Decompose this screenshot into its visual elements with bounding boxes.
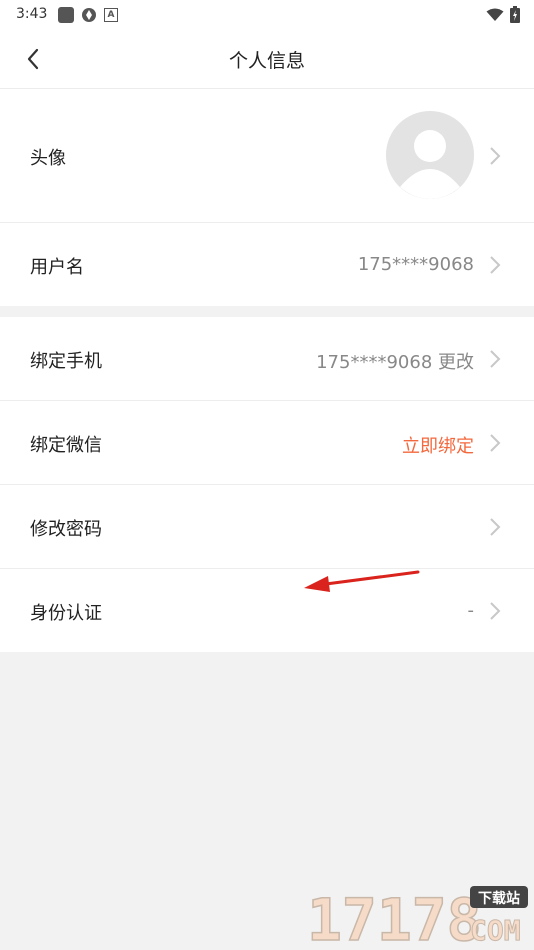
account-group: 绑定手机 175****9068 更改 绑定微信 立即绑定 修改密码 身份认证 … xyxy=(0,317,534,652)
chevron-right-icon xyxy=(490,147,501,165)
watermark-tag: 下载站 xyxy=(478,890,520,907)
a-icon: A xyxy=(104,8,118,22)
username-label: 用户名 xyxy=(30,257,84,278)
chevron-right-icon xyxy=(490,518,501,536)
app-notification-icon xyxy=(58,7,74,23)
watermark-logo-icon: 17178 下载站 COM xyxy=(306,885,528,950)
wifi-icon xyxy=(486,8,504,21)
default-avatar-icon xyxy=(386,111,474,199)
chevron-right-icon xyxy=(490,256,501,274)
status-time: 3:43 xyxy=(16,6,48,22)
bind-phone-row[interactable]: 绑定手机 175****9068 更改 xyxy=(0,317,534,401)
page-title: 个人信息 xyxy=(228,50,305,72)
username-value: 175****9068 xyxy=(357,254,474,275)
identity-verification-row[interactable]: 身份认证 - xyxy=(0,569,534,652)
bind-wechat-label: 绑定微信 xyxy=(30,435,102,456)
bind-phone-label: 绑定手机 xyxy=(30,351,102,372)
bind-wechat-row[interactable]: 绑定微信 立即绑定 xyxy=(0,401,534,485)
avatar-row[interactable]: 头像 xyxy=(0,89,534,223)
watermark-logo: 17178 下载站 COM xyxy=(305,884,530,950)
change-password-row[interactable]: 修改密码 xyxy=(0,485,534,569)
top-app-bar: 个人信息 xyxy=(0,30,534,89)
chevron-right-icon xyxy=(490,434,501,452)
watermark-domain: COM xyxy=(470,914,521,946)
battery-icon xyxy=(510,6,520,23)
change-password-label: 修改密码 xyxy=(30,519,102,540)
profile-group: 头像 用户名 175****9068 xyxy=(0,89,534,306)
notification-icons: A xyxy=(58,7,118,23)
annotation-arrow-icon xyxy=(304,570,420,592)
watermark-numbers: 17178 xyxy=(307,886,482,946)
avatar-label: 头像 xyxy=(30,148,66,169)
username-row[interactable]: 用户名 175****9068 xyxy=(0,223,534,306)
status-bar: 3:43 A xyxy=(0,0,534,30)
sync-icon xyxy=(82,8,96,22)
identity-verification-label: 身份认证 xyxy=(30,603,102,624)
bind-wechat-button[interactable]: 立即绑定 xyxy=(402,432,474,458)
avatar[interactable] xyxy=(386,111,474,199)
bind-phone-value[interactable]: 175****9068 更改 xyxy=(316,348,474,374)
identity-verification-value: - xyxy=(467,600,475,621)
chevron-right-icon xyxy=(490,350,501,368)
chevron-right-icon xyxy=(490,602,501,620)
system-icons xyxy=(486,6,520,23)
